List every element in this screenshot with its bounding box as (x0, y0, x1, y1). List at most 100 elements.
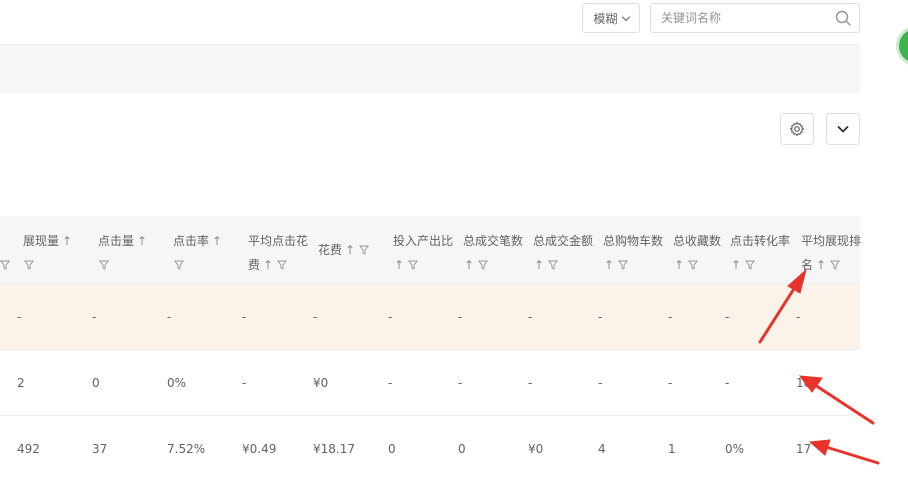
match-mode-select[interactable]: 模糊 (582, 3, 640, 33)
cell-roi: - (388, 376, 393, 390)
filter-icon[interactable] (24, 260, 34, 270)
header-label: 花费 (318, 243, 343, 257)
cell-cvr: - (725, 310, 730, 324)
filter-icon[interactable] (830, 260, 840, 270)
floating-assistant-badge[interactable] (896, 26, 908, 66)
keyword-report-table: 展现量 ↑ 点击量 ↑ 点击率 ↑ 平均点击花费 ↑ 花费 ↑ 投入产出比 ↑ 总成交笔数 ↑ 总成交金额 ↑… (0, 216, 861, 480)
header-label: 总成交笔数 (463, 234, 524, 248)
column-settings-button[interactable] (780, 113, 814, 145)
cell-gmv: ¥0 (528, 442, 544, 456)
header-ctr[interactable]: 点击率 ↑ (173, 216, 222, 284)
filter-icon[interactable] (174, 260, 184, 270)
header-roi[interactable]: 投入产出比 ↑ (393, 216, 453, 284)
header-label: 总收藏数 (673, 234, 722, 248)
gear-icon (789, 121, 805, 137)
sort-asc-icon[interactable]: ↑ (212, 229, 222, 253)
match-mode-label: 模糊 (593, 11, 618, 26)
chevron-down-icon (621, 12, 630, 21)
cell-impressions: 2 (17, 376, 25, 390)
header-clicks[interactable]: 点击量 ↑ (98, 216, 147, 284)
cell-cvr: - (725, 376, 730, 390)
filter-band (0, 45, 860, 93)
sort-asc-icon[interactable]: ↑ (816, 253, 826, 277)
header-impressions[interactable]: 展现量 ↑ (23, 216, 72, 284)
sort-asc-icon[interactable]: ↑ (534, 253, 544, 277)
header-label: 展现量 (23, 234, 60, 248)
cell-impressions: - (17, 310, 22, 324)
table-row: 2 0 0% - ¥0 - - - - - - 16 (0, 350, 860, 416)
report-page: 模糊 展现量↑点击量↑点击率↑平均点击花费↑花费↑投入产出比↑总成交笔数↑总成交… (0, 0, 908, 480)
cell-cost: - (313, 310, 318, 324)
sort-asc-icon[interactable]: ↑ (345, 238, 355, 262)
cell-cart: - (598, 310, 603, 324)
expand-collapse-button[interactable] (826, 113, 860, 145)
cell-avg-cpc: - (242, 376, 247, 390)
cell-orders: - (458, 376, 463, 390)
header-avg-cpc[interactable]: 平均点击花费 ↑ (248, 216, 308, 284)
header-label: 名 (801, 258, 814, 272)
cell-clicks: - (92, 310, 97, 324)
cell-avg-cpc: - (242, 310, 247, 324)
cell-avg-rank: - (796, 310, 801, 324)
sort-asc-icon[interactable]: ↑ (137, 229, 147, 253)
search-icon[interactable] (835, 10, 851, 26)
header-avg-rank[interactable]: 平均展现排名 ↑ (801, 216, 861, 284)
filter-icon[interactable] (548, 260, 558, 270)
cell-clicks: 37 (92, 442, 108, 456)
table-header: 展现量 ↑ 点击量 ↑ 点击率 ↑ 平均点击花费 ↑ 花费 ↑ 投入产出比 ↑ 总成交笔数 ↑ 总成交金额 ↑… (0, 216, 861, 284)
cell-favorites: 1 (668, 442, 676, 456)
filter-icon[interactable] (99, 260, 109, 270)
filter-icon[interactable] (408, 260, 418, 270)
filter-icon[interactable] (618, 260, 628, 270)
header-label: 点击转化率 (730, 234, 791, 248)
chevron-down-icon (837, 126, 849, 133)
header-label: 平均展现排 (801, 234, 862, 248)
header-label: 投入产出比 (393, 234, 454, 248)
sort-asc-icon[interactable]: ↑ (394, 253, 404, 277)
header-label: 总购物车数 (603, 234, 664, 248)
header-label: 点击率 (173, 234, 210, 248)
cell-cost: ¥18.17 (313, 442, 355, 456)
cell-avg-cpc: ¥0.49 (242, 442, 277, 456)
filter-icon[interactable] (359, 245, 369, 255)
filter-icon[interactable] (277, 260, 287, 270)
header-label: 点击量 (98, 234, 135, 248)
cell-cart: - (598, 376, 603, 390)
filter-icon[interactable] (0, 260, 10, 270)
table-row: 492 37 7.52% ¥0.49 ¥18.17 0 0 ¥0 4 1 0% 17 (0, 416, 860, 480)
sort-asc-icon[interactable]: ↑ (604, 253, 614, 277)
cell-roi: - (388, 310, 393, 324)
sort-asc-icon[interactable]: ↑ (62, 229, 72, 253)
sort-asc-icon[interactable]: ↑ (464, 253, 474, 277)
cell-ctr: 0% (167, 376, 187, 390)
header-label: 费 (248, 258, 261, 272)
cell-orders: - (458, 310, 463, 324)
header-cart[interactable]: 总购物车数 ↑ (603, 216, 663, 284)
filter-icon[interactable] (688, 260, 698, 270)
keyword-search-box[interactable] (650, 3, 860, 33)
cell-avg-rank: 16 (796, 376, 812, 390)
cell-cart: 4 (598, 442, 606, 456)
cell-gmv: - (528, 310, 533, 324)
header-orders[interactable]: 总成交笔数 ↑ (463, 216, 523, 284)
sort-asc-icon[interactable]: ↑ (263, 253, 273, 277)
cell-roi: 0 (388, 442, 396, 456)
sort-asc-icon[interactable]: ↑ (674, 253, 684, 277)
cell-ctr: 7.52% (167, 442, 206, 456)
summary-row: ------------ (0, 284, 860, 350)
header-cost[interactable]: 花费 ↑ (318, 216, 369, 284)
cell-clicks: 0 (92, 376, 100, 390)
header-favorites[interactable]: 总收藏数 ↑ (673, 216, 721, 284)
header-cvr[interactable]: 点击转化率 ↑ (730, 216, 790, 284)
keyword-search-input[interactable] (651, 4, 826, 32)
cell-favorites: - (668, 310, 673, 324)
sort-asc-icon[interactable]: ↑ (731, 253, 741, 277)
cell-favorites: - (668, 376, 673, 390)
cell-cvr: 0% (725, 442, 745, 456)
header-lead[interactable] (0, 216, 10, 284)
filter-icon[interactable] (745, 260, 755, 270)
cell-gmv: - (528, 376, 533, 390)
header-gmv[interactable]: 总成交金额 ↑ (533, 216, 593, 284)
header-label: 总成交金额 (533, 234, 594, 248)
filter-icon[interactable] (478, 260, 488, 270)
